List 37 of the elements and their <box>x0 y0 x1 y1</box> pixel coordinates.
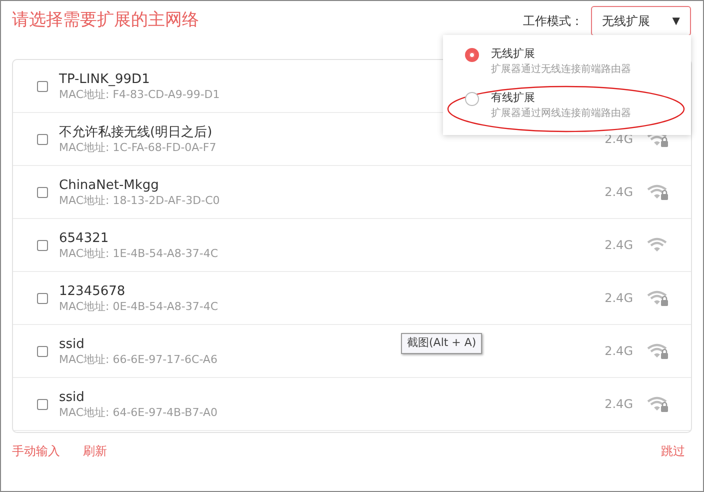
mac-address: MAC地址: 1E-4B-54-A8-37-4C <box>59 246 218 260</box>
mac-address: MAC地址: F4-83-CD-A9-99-D1 <box>59 88 220 102</box>
mac-address: MAC地址: 0E-4B-54-A8-37-4C <box>59 300 218 314</box>
checkbox[interactable] <box>37 240 48 250</box>
tooltip: 截图(Alt + A) <box>401 333 482 354</box>
checkbox[interactable] <box>37 134 48 144</box>
mode-dropdown[interactable]: 无线扩展 ▼ <box>591 6 691 36</box>
band-label: 2.4G <box>604 343 633 360</box>
network-name: 654321 <box>59 230 109 246</box>
mac-address: MAC地址: 18-13-2D-AF-3D-C0 <box>59 194 220 208</box>
mac-address: MAC地址: 64-6E-97-4B-B7-A0 <box>59 406 218 420</box>
caret-icon: ▼ <box>672 14 680 28</box>
checkbox[interactable] <box>37 398 48 410</box>
network-name: 不允许私接无线(明日之后) <box>59 124 212 140</box>
mac-address: MAC地址: 1C-FA-68-FD-0A-F7 <box>59 140 216 154</box>
radio-button[interactable] <box>465 48 479 62</box>
band-label: 2.4G <box>604 184 633 201</box>
network-name: ssid <box>59 388 84 406</box>
checkbox[interactable] <box>37 346 48 356</box>
mac-address: MAC地址: 66-6E-97-17-6C-A6 <box>59 352 218 366</box>
option-description: 扩展器通过无线连接前端路由器 <box>491 63 631 77</box>
network-name: TP-LINK_99D1 <box>59 70 150 88</box>
option-name[interactable]: 无线扩展 <box>491 45 631 63</box>
checkbox[interactable] <box>37 292 48 304</box>
network-name: 12345678 <box>59 282 126 300</box>
option-description: 扩展器通过网线连接前端路由器 <box>491 107 631 121</box>
checkbox[interactable] <box>37 186 48 198</box>
network-name: ssid <box>59 336 84 352</box>
band-label: 2.4G <box>604 237 633 254</box>
mode-label: 工作模式： <box>523 13 583 30</box>
band-label: 2.4G <box>604 396 633 413</box>
network-name: ChinaNet-Mkgg <box>59 176 159 194</box>
checkbox[interactable] <box>37 80 48 92</box>
radio-button[interactable] <box>465 92 479 106</box>
band-label: 2.4G <box>604 290 633 307</box>
option-name[interactable]: 有线扩展 <box>491 89 631 107</box>
page-title: 请选择需要扩展的主网络 <box>12 9 199 32</box>
